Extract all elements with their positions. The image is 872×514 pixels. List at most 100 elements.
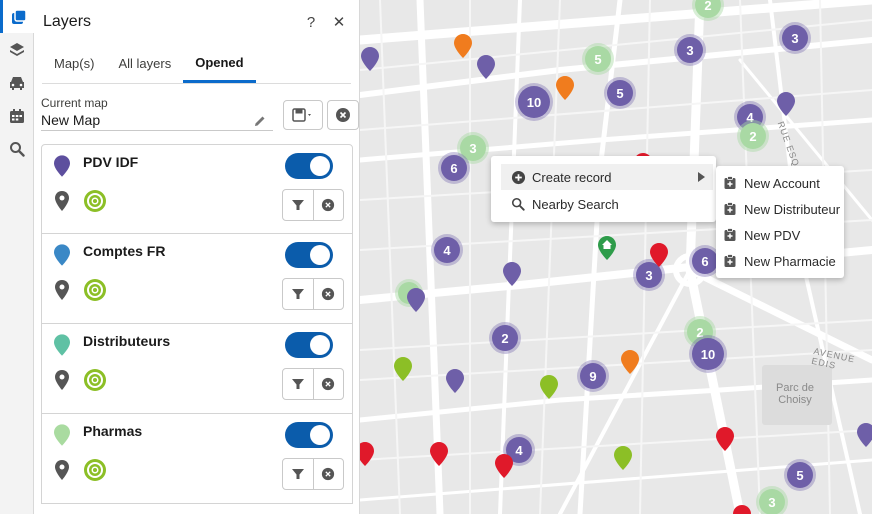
purple-map-pin[interactable]	[446, 369, 464, 393]
red-map-pin[interactable]	[733, 505, 751, 514]
purple-map-pin[interactable]	[477, 55, 495, 79]
filter-button[interactable]	[283, 459, 313, 489]
filter-icon	[291, 469, 304, 479]
panel-header: Layers ? ✕	[34, 0, 359, 44]
layer-actions	[282, 368, 344, 400]
cluster-marker[interactable]: 4	[434, 237, 460, 263]
layer-card: PDV IDF	[41, 144, 353, 234]
filter-button[interactable]	[283, 190, 313, 220]
purple-map-pin[interactable]	[503, 262, 521, 286]
record-add-icon	[724, 254, 736, 267]
close-icon[interactable]: ✕	[327, 10, 351, 34]
remove-layer-button[interactable]	[312, 459, 344, 489]
nearby-search-menu-item[interactable]: Nearby Search	[501, 191, 713, 217]
remove-layer-button[interactable]	[312, 369, 344, 399]
remove-icon	[322, 287, 335, 301]
cluster-marker[interactable]: 2	[492, 325, 518, 351]
search-button[interactable]	[0, 132, 34, 165]
lime-map-pin[interactable]	[394, 357, 412, 381]
new-pdv-menu-item[interactable]: New PDV	[716, 222, 844, 248]
layers-icon	[10, 42, 24, 56]
panel-icon	[11, 8, 27, 24]
filter-icon	[291, 379, 304, 389]
layer-visibility-toggle[interactable]	[285, 242, 333, 268]
tab-all-layers[interactable]: All layers	[106, 44, 183, 83]
filter-icon	[291, 289, 304, 299]
orange-map-pin[interactable]	[454, 34, 472, 58]
layer-pin-icon	[54, 424, 70, 446]
location-icon[interactable]	[55, 460, 69, 480]
cluster-marker[interactable]: 5	[787, 462, 813, 488]
cluster-marker[interactable]: 10	[692, 338, 724, 370]
create-record-menu-item[interactable]: Create record	[501, 164, 713, 190]
cluster-marker[interactable]: 5	[607, 80, 633, 106]
orange-map-pin[interactable]	[621, 350, 639, 374]
clear-map-button[interactable]	[327, 100, 359, 130]
current-map-name[interactable]: New Map	[41, 112, 273, 131]
lime-map-pin[interactable]	[614, 446, 632, 470]
new-account-menu-item[interactable]: New Account	[716, 170, 844, 196]
layer-pin-icon	[54, 334, 70, 356]
layer-actions	[282, 189, 344, 221]
layer-visibility-toggle[interactable]	[285, 422, 333, 448]
layer-card: Comptes FR	[41, 234, 353, 324]
remove-layer-button[interactable]	[312, 190, 344, 220]
calendar-icon	[10, 108, 24, 123]
layers-button[interactable]	[0, 33, 34, 66]
help-icon[interactable]: ?	[299, 10, 323, 34]
filter-button[interactable]	[283, 279, 313, 309]
nearby-search-label: Nearby Search	[532, 196, 619, 212]
layer-name: Pharmas	[83, 423, 143, 439]
location-icon[interactable]	[55, 370, 69, 390]
red-map-pin[interactable]	[495, 454, 513, 478]
panel-title: Layers	[43, 13, 92, 30]
location-icon[interactable]	[55, 191, 69, 211]
cluster-marker[interactable]: 6	[692, 248, 718, 274]
lime-map-pin[interactable]	[540, 375, 558, 399]
cluster-marker[interactable]: 6	[441, 155, 467, 181]
proximity-target-icon[interactable]	[83, 458, 107, 482]
proximity-target-icon[interactable]	[83, 278, 107, 302]
save-map-button[interactable]	[283, 100, 323, 130]
tab-maps[interactable]: Map(s)	[42, 44, 106, 83]
red-map-pin[interactable]	[650, 243, 668, 267]
purple-map-pin[interactable]	[407, 288, 425, 312]
proximity-target-icon[interactable]	[83, 189, 107, 213]
cluster-marker[interactable]: 5	[585, 46, 611, 72]
route-button[interactable]	[0, 66, 34, 99]
purple-map-pin[interactable]	[857, 423, 872, 447]
create-record-label: Create record	[532, 169, 612, 185]
layer-visibility-toggle[interactable]	[285, 332, 333, 358]
red-map-pin[interactable]	[430, 442, 448, 466]
proximity-target-icon[interactable]	[83, 368, 107, 392]
filter-button[interactable]	[283, 369, 313, 399]
layers-panel-button[interactable]	[0, 0, 34, 33]
home-location-marker[interactable]	[598, 236, 616, 260]
layer-name: Comptes FR	[83, 243, 166, 259]
edit-pencil-icon[interactable]	[253, 114, 267, 128]
location-icon[interactable]	[55, 280, 69, 300]
schedule-button[interactable]	[0, 99, 34, 132]
orange-map-pin[interactable]	[556, 76, 574, 100]
red-map-pin[interactable]	[716, 427, 734, 451]
new-pharmacie-menu-item[interactable]: New Pharmacie	[716, 248, 844, 274]
filter-icon	[291, 200, 304, 210]
cluster-marker[interactable]: 3	[782, 25, 808, 51]
submenu-arrow-icon	[698, 172, 705, 182]
layer-pin-icon	[54, 244, 70, 266]
cluster-marker[interactable]: 3	[759, 489, 785, 514]
cluster-marker[interactable]: 10	[518, 86, 550, 118]
cluster-marker[interactable]: 3	[677, 37, 703, 63]
remove-layer-button[interactable]	[312, 279, 344, 309]
cluster-marker[interactable]: 2	[740, 123, 766, 149]
new-distributeur-menu-item[interactable]: New Distributeur	[716, 196, 844, 222]
cluster-marker[interactable]: 3	[460, 135, 486, 161]
purple-map-pin[interactable]	[361, 47, 379, 71]
tab-opened[interactable]: Opened	[183, 44, 256, 83]
purple-map-pin[interactable]	[777, 92, 795, 116]
cluster-marker[interactable]: 9	[580, 363, 606, 389]
layer-visibility-toggle[interactable]	[285, 153, 333, 179]
car-icon	[10, 76, 24, 90]
search-icon	[511, 197, 525, 211]
left-toolbar	[0, 0, 34, 514]
